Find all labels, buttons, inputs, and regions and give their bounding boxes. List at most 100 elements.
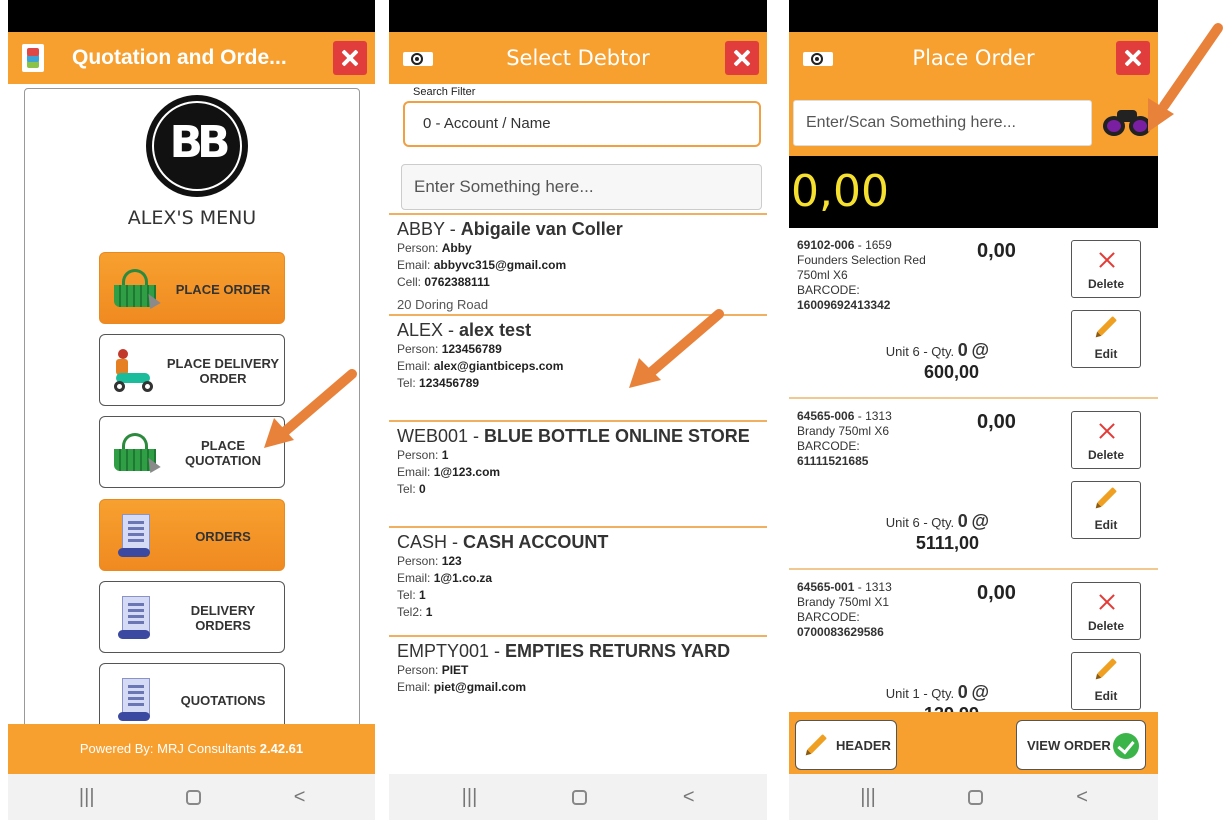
place-order-button[interactable]: PLACE ORDER <box>99 252 285 324</box>
item-separator: - <box>854 409 866 423</box>
basket-icon <box>112 433 161 474</box>
button-label: Delete <box>1087 277 1125 291</box>
detail-label: Cell: <box>397 275 425 289</box>
barcode-label: BARCODE: <box>797 283 860 297</box>
detail-value: 123 <box>441 554 462 568</box>
delete-button[interactable]: Delete <box>1071 582 1141 640</box>
home-button[interactable] <box>173 774 213 820</box>
debtor-detail: Person: Abby <box>397 240 759 257</box>
item-quantity: Unit 1 - Qty. 0 @ <box>829 682 989 703</box>
button-label: Edit <box>1094 518 1118 532</box>
place-delivery-order-button[interactable]: PLACE DELIVERY ORDER <box>99 334 285 406</box>
barcode-value: 61111521685 <box>797 454 869 468</box>
home-button[interactable] <box>955 774 995 820</box>
item-price: 5111,00 <box>915 533 979 553</box>
brand-logo: BB <box>146 95 248 197</box>
debtor-heading: WEB001 - BLUE BOTTLE ONLINE STORE <box>397 426 759 447</box>
scan-input[interactable]: Enter/Scan Something here... <box>793 100 1092 146</box>
search-filter-select[interactable]: 0 - Account / Name <box>403 101 761 147</box>
debtor-item[interactable]: WEB001 - BLUE BOTTLE ONLINE STORE Person:… <box>389 420 767 498</box>
qty-value: 0 <box>957 682 968 702</box>
detail-label: Person: <box>397 241 442 255</box>
recent-apps-button[interactable]: ||| <box>848 774 888 820</box>
delete-button[interactable]: Delete <box>1071 240 1141 298</box>
detail-label: Tel: <box>397 482 420 496</box>
place-order-screen: Place Order Enter/Scan Something here...… <box>789 0 1158 820</box>
item-name: Brandy 750ml X1 <box>797 595 890 609</box>
barcode-label: BARCODE: <box>797 610 860 624</box>
debtor-detail: Person: 123 <box>397 553 759 570</box>
header-button[interactable]: HEADER <box>795 720 897 770</box>
debtor-item[interactable]: CASH - CASH ACCOUNT Person: 123 Email: 1@1… <box>389 526 767 621</box>
button-label: Delete <box>1087 619 1125 633</box>
recent-apps-button[interactable]: ||| <box>67 774 107 820</box>
back-button[interactable]: < <box>669 774 709 820</box>
detail-value: 1 <box>441 448 449 462</box>
debtor-separator: - <box>489 641 506 661</box>
detail-value: 0 <box>419 482 426 496</box>
delivery-orders-button[interactable]: DELIVERY ORDERS <box>99 581 285 653</box>
item-description: 64565-001 - 1313 Brandy 750ml X1 BARCODE: 0… <box>797 580 947 640</box>
detail-value: 1 <box>425 605 433 619</box>
search-input[interactable]: Enter Something here... <box>401 164 762 210</box>
recent-apps-button[interactable]: ||| <box>449 774 489 820</box>
debtor-name: CASH ACCOUNT <box>463 532 609 552</box>
button-label: DELIVERY ORDERS <box>190 603 256 633</box>
close-button[interactable] <box>725 41 759 75</box>
debtor-code: WEB001 <box>397 426 469 446</box>
app-bar: Place Order <box>789 32 1158 84</box>
select-debtor-screen: Select Debtor Search Filter 0 - Account … <box>389 0 767 820</box>
item-code: 69102-006 <box>797 238 855 252</box>
home-icon <box>571 790 587 806</box>
item-ref: 1313 <box>865 409 892 423</box>
delivery-scooter-icon <box>110 349 158 393</box>
debtor-list: ABBY - Abigaile van Coller Person: Abby Em… <box>389 213 767 774</box>
item-ref: 1313 <box>865 580 892 594</box>
system-nav-bar: ||| < <box>8 774 375 820</box>
debtor-detail: Tel: 1 <box>397 587 759 604</box>
debtor-detail: Person: 1 <box>397 447 759 464</box>
orders-button[interactable]: ORDERS <box>99 499 285 571</box>
unit-text: Unit 6 - Qty. <box>885 344 955 359</box>
edit-button[interactable]: Edit <box>1071 310 1141 368</box>
footer-text: Powered By: MRJ Consultants <box>79 741 257 756</box>
detail-label: Person: <box>397 342 442 356</box>
detail-value: 123456789 <box>419 376 480 390</box>
checkmark-icon <box>1113 733 1139 759</box>
order-total: 0,00 <box>789 156 1158 228</box>
back-button[interactable]: < <box>1062 774 1102 820</box>
close-button[interactable] <box>333 41 367 75</box>
item-price: 139,99 <box>829 704 979 712</box>
debtor-detail: Cell: 0762388111 <box>397 274 759 291</box>
qty-value: 0 <box>957 511 968 531</box>
button-label: HEADER <box>836 738 891 753</box>
place-quotation-button[interactable]: PLACE QUOTATION <box>99 416 285 488</box>
edit-button[interactable]: Edit <box>1071 481 1141 539</box>
annotation-arrow <box>629 309 724 388</box>
filter-label: Search Filter <box>413 86 476 98</box>
detail-label: Person: <box>397 448 442 462</box>
button-label: VIEW ORDER <box>1027 738 1111 753</box>
edit-button[interactable]: Edit <box>1071 652 1141 710</box>
home-button[interactable] <box>559 774 599 820</box>
item-name: Brandy 750ml X6 <box>797 424 890 438</box>
view-order-button[interactable]: VIEW ORDER <box>1016 720 1146 770</box>
logo-letters: BB <box>169 117 230 168</box>
debtor-item[interactable]: ABBY - Abigaile van Coller Person: Abby Em… <box>389 213 767 314</box>
delete-button[interactable]: Delete <box>1071 411 1141 469</box>
debtor-name: EMPTIES RETURNS YARD <box>505 641 731 661</box>
item-ref: 1659 <box>865 238 892 252</box>
item-quantity: Unit 6 - Qty. 0 @ <box>829 340 989 361</box>
back-button[interactable]: < <box>280 774 320 820</box>
app-bar: Select Debtor <box>389 32 767 84</box>
document-icon <box>118 678 152 722</box>
debtor-item[interactable]: EMPTY001 - EMPTIES RETURNS YARD Person: P… <box>389 635 767 696</box>
item-separator: - <box>854 238 866 252</box>
pencil-icon <box>1097 316 1117 336</box>
order-item-list: 69102-006 - 1659 Founders Selection Red 7… <box>789 228 1158 712</box>
version-number: 2.42.61 <box>259 741 304 756</box>
basket-icon <box>112 269 161 310</box>
debtor-separator: - <box>444 219 461 239</box>
debtor-heading: EMPTY001 - EMPTIES RETURNS YARD <box>397 641 759 662</box>
item-code: 64565-001 <box>797 580 855 594</box>
